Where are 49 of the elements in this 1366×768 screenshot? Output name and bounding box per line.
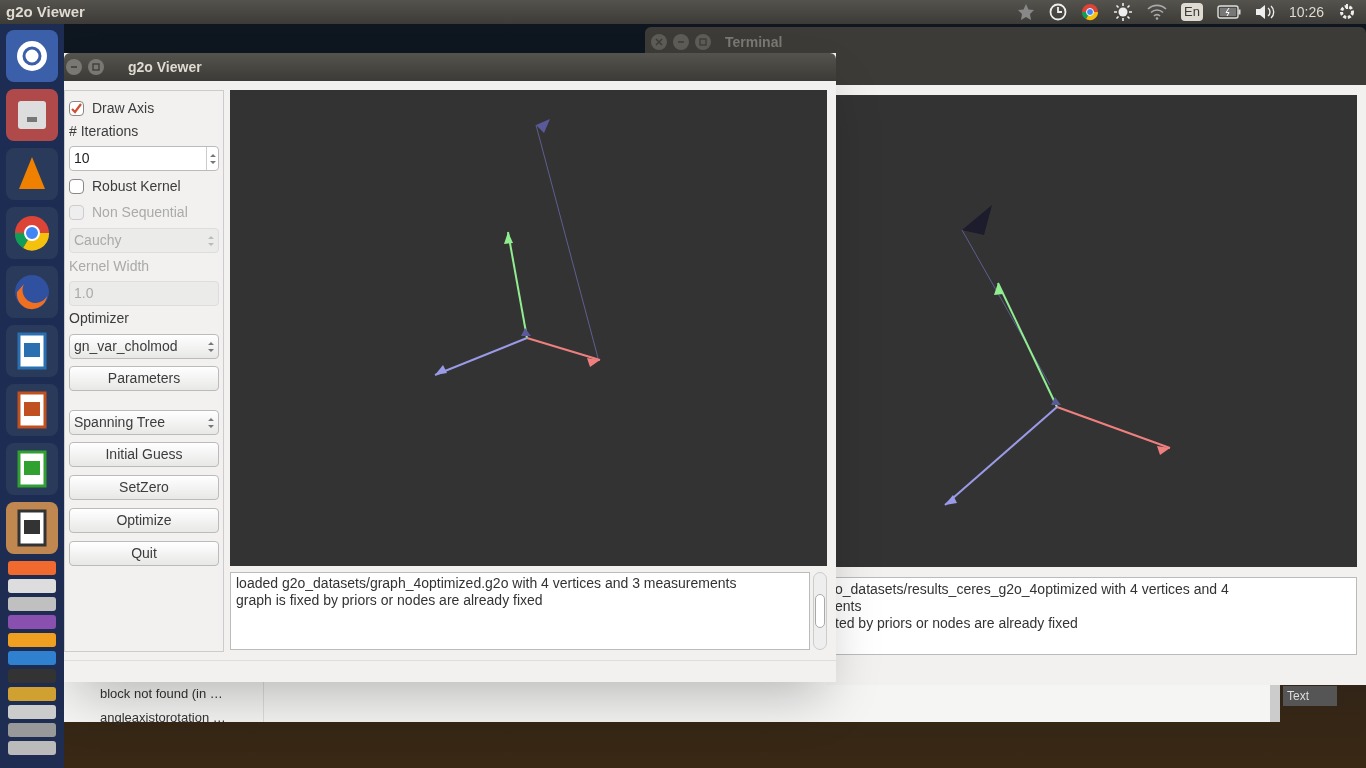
browser-icon[interactable] [1081,3,1100,21]
field-label: Optimizer [69,309,130,328]
push-button[interactable]: Quit [69,541,219,566]
push-button[interactable]: SetZero [69,475,219,500]
spin-arrows-icon [208,233,214,248]
log-output: loaded g2o_datasets/graph_4optimized.g2o with 4 vertices and 3 measurements graph is fixed by priors or nodes are already fixed [230,572,810,650]
star-icon[interactable] [1017,3,1036,21]
browser-icon[interactable] [6,207,58,259]
push-button[interactable]: Parameters [69,366,219,391]
file-cabinet-icon[interactable] [6,89,58,141]
spin-arrows-icon [208,339,214,354]
spreadsheet-icon[interactable] [6,443,58,495]
field-label: # Iterations [69,122,140,141]
settings-icon[interactable] [1338,3,1356,21]
clock-time[interactable]: 10:26 [1288,1,1324,23]
dropdown[interactable]: Spanning Tree [69,410,219,435]
checkbox-label: Robust Kernel [92,176,181,196]
checkbox-label: Non Sequential [92,202,188,222]
battery-icon[interactable] [1216,5,1241,19]
checkbox[interactable] [69,100,84,116]
volume-icon[interactable] [1254,4,1275,20]
checkbox-label: Draw Axis [92,98,155,118]
text-tag: Text [1283,686,1337,706]
active-app-title: g2o Viewer [6,1,85,22]
maximize-icon[interactable] [88,59,104,75]
ubuntu-logo-icon[interactable] [6,30,58,82]
spin-arrows-icon [208,415,214,430]
push-button[interactable]: Optimize [69,508,219,533]
window-title: Terminal [725,32,783,52]
window-title: g2o Viewer [128,57,202,77]
wifi-icon[interactable] [1147,4,1168,20]
list-item[interactable]: block not found (in … [100,684,263,704]
dropdown[interactable]: gn_var_cholmod [69,334,219,359]
push-button[interactable]: Initial Guess [69,442,219,467]
presentation-icon[interactable] [6,384,58,436]
traffic-cone-icon[interactable] [6,148,58,200]
field-label: Kernel Width [69,257,151,276]
minimize-icon[interactable] [66,59,82,75]
clock-icon[interactable] [1049,3,1068,21]
scrollbar[interactable] [813,572,827,650]
checkbox[interactable] [69,178,84,194]
keyboard-layout-indicator[interactable]: En [1181,3,1203,21]
spin-arrows-icon[interactable] [206,147,218,170]
text-editor-icon[interactable] [6,502,58,554]
iterations-spinbox[interactable]: 10 [69,146,219,171]
list-item[interactable]: angleaxistorotation … [100,707,263,727]
brightness-icon[interactable] [1113,2,1134,22]
document-icon[interactable] [6,325,58,377]
scrollbar[interactable] [1270,682,1280,722]
